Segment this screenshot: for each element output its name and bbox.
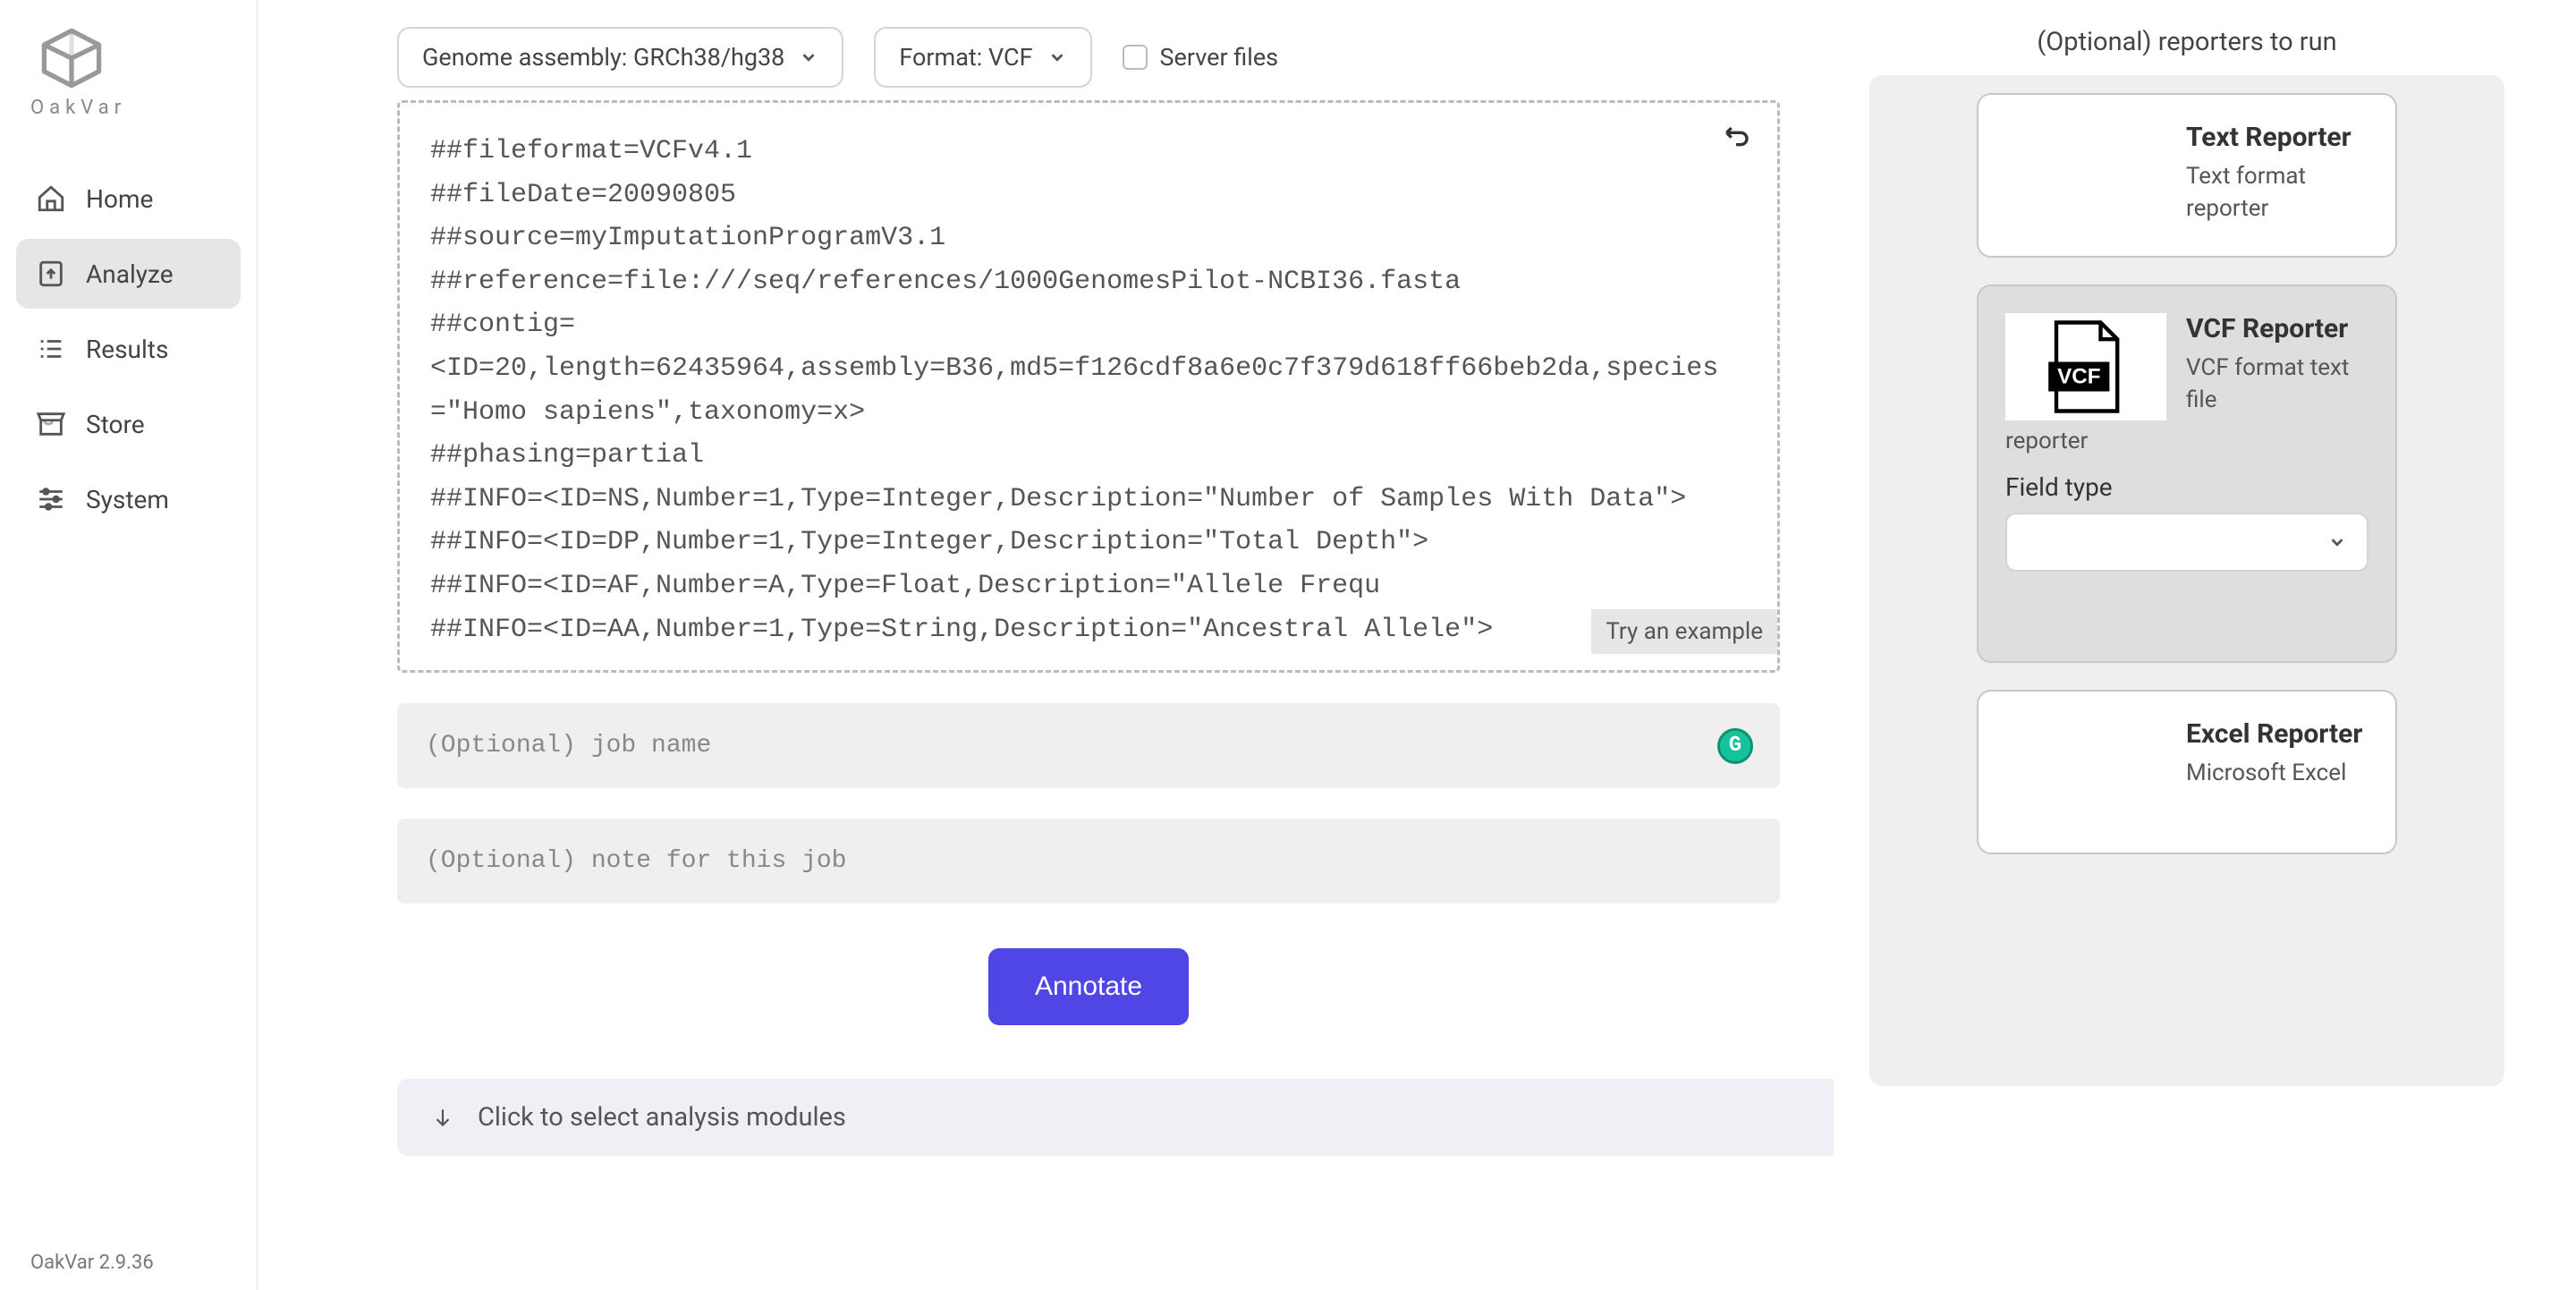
reporter-card-text[interactable]: Text Reporter Text format reporter <box>1977 93 2397 258</box>
vcf-file-icon: VCF <box>2037 318 2135 416</box>
vcf-input-box[interactable]: ##fileformat=VCFv4.1 ##fileDate=20090805… <box>397 100 1780 673</box>
home-icon <box>36 183 66 214</box>
assembly-dropdown[interactable]: Genome assembly: GRCh38/hg38 <box>397 27 843 88</box>
version-label: OakVar 2.9.36 <box>16 1252 241 1274</box>
chevron-down-icon <box>2327 532 2347 552</box>
sidebar-item-label: Home <box>86 184 153 214</box>
sidebar-item-system[interactable]: System <box>16 464 241 534</box>
sidebar: OakVar Home Analyze Results Store System… <box>0 0 258 1290</box>
server-files-checkbox[interactable]: Server files <box>1123 43 1279 72</box>
reporter-title: Text Reporter <box>2186 122 2368 153</box>
system-icon <box>36 484 66 514</box>
vcf-content: ##fileformat=VCFv4.1 ##fileDate=20090805… <box>430 130 1747 651</box>
modules-label: Click to select analysis modules <box>478 1102 846 1133</box>
reporter-desc: Microsoft Excel <box>2186 757 2362 789</box>
reporter-desc: VCF format text file <box>2186 352 2368 417</box>
job-name-input[interactable] <box>426 732 1751 760</box>
svg-text:VCF: VCF <box>2057 365 2100 389</box>
main: Genome assembly: GRCh38/hg38 Format: VCF… <box>258 0 2576 1290</box>
sidebar-item-label: Results <box>86 335 168 364</box>
sidebar-item-results[interactable]: Results <box>16 314 241 384</box>
sidebar-item-analyze[interactable]: Analyze <box>16 239 241 309</box>
sidebar-item-label: Store <box>86 410 145 439</box>
job-note-input[interactable] <box>426 847 1751 875</box>
reporter-title: Excel Reporter <box>2186 718 2362 750</box>
format-label: Format: VCF <box>899 43 1032 72</box>
sidebar-item-label: Analyze <box>86 259 174 289</box>
sidebar-item-home[interactable]: Home <box>16 164 241 233</box>
annotate-button[interactable]: Annotate <box>988 948 1189 1025</box>
results-icon <box>36 334 66 364</box>
chevron-down-icon <box>799 47 818 67</box>
control-row: Genome assembly: GRCh38/hg38 Format: VCF… <box>397 27 1780 88</box>
reporter-desc-cont: reporter <box>2005 428 2368 454</box>
reporter-thumb: VCF <box>2005 313 2166 420</box>
assembly-label: Genome assembly: GRCh38/hg38 <box>422 43 784 72</box>
reporter-title: VCF Reporter <box>2186 313 2368 344</box>
checkbox-box <box>1123 45 1148 70</box>
store-icon <box>36 409 66 439</box>
reporter-card-vcf[interactable]: VCF VCF Reporter VCF format text file re… <box>1977 284 2397 663</box>
try-example-button[interactable]: Try an example <box>1591 609 1777 654</box>
field-type-label: Field type <box>2005 472 2368 502</box>
job-note-field-wrap <box>397 819 1780 904</box>
left-pane: Genome assembly: GRCh38/hg38 Format: VCF… <box>258 0 1834 1290</box>
grammarly-icon[interactable]: G <box>1717 728 1753 764</box>
reporter-thumb <box>2005 122 2166 229</box>
field-type-select[interactable] <box>2005 513 2368 572</box>
format-dropdown[interactable]: Format: VCF <box>874 27 1091 88</box>
analyze-icon <box>36 259 66 289</box>
reporter-thumb <box>2005 718 2166 826</box>
oakvar-logo-icon <box>30 27 113 89</box>
job-name-field-wrap: G <box>397 703 1780 788</box>
right-pane: (Optional) reporters to run Text Reporte… <box>1834 0 2576 1290</box>
reporters-list: Text Reporter Text format reporter VCF <box>1869 75 2504 1086</box>
sidebar-item-label: System <box>86 485 169 514</box>
reporter-card-excel[interactable]: Excel Reporter Microsoft Excel <box>1977 690 2397 854</box>
sidebar-item-store[interactable]: Store <box>16 389 241 459</box>
undo-icon[interactable] <box>1722 121 1750 149</box>
server-files-label: Server files <box>1160 43 1279 72</box>
reporter-desc: Text format reporter <box>2186 160 2368 225</box>
brand-name: OakVar <box>30 97 126 119</box>
reporters-header: (Optional) reporters to run <box>1869 27 2504 57</box>
logo: OakVar <box>16 27 241 119</box>
analysis-modules-bar[interactable]: Click to select analysis modules <box>397 1079 1834 1156</box>
arrow-down-icon <box>431 1106 454 1129</box>
chevron-down-icon <box>1047 47 1067 67</box>
